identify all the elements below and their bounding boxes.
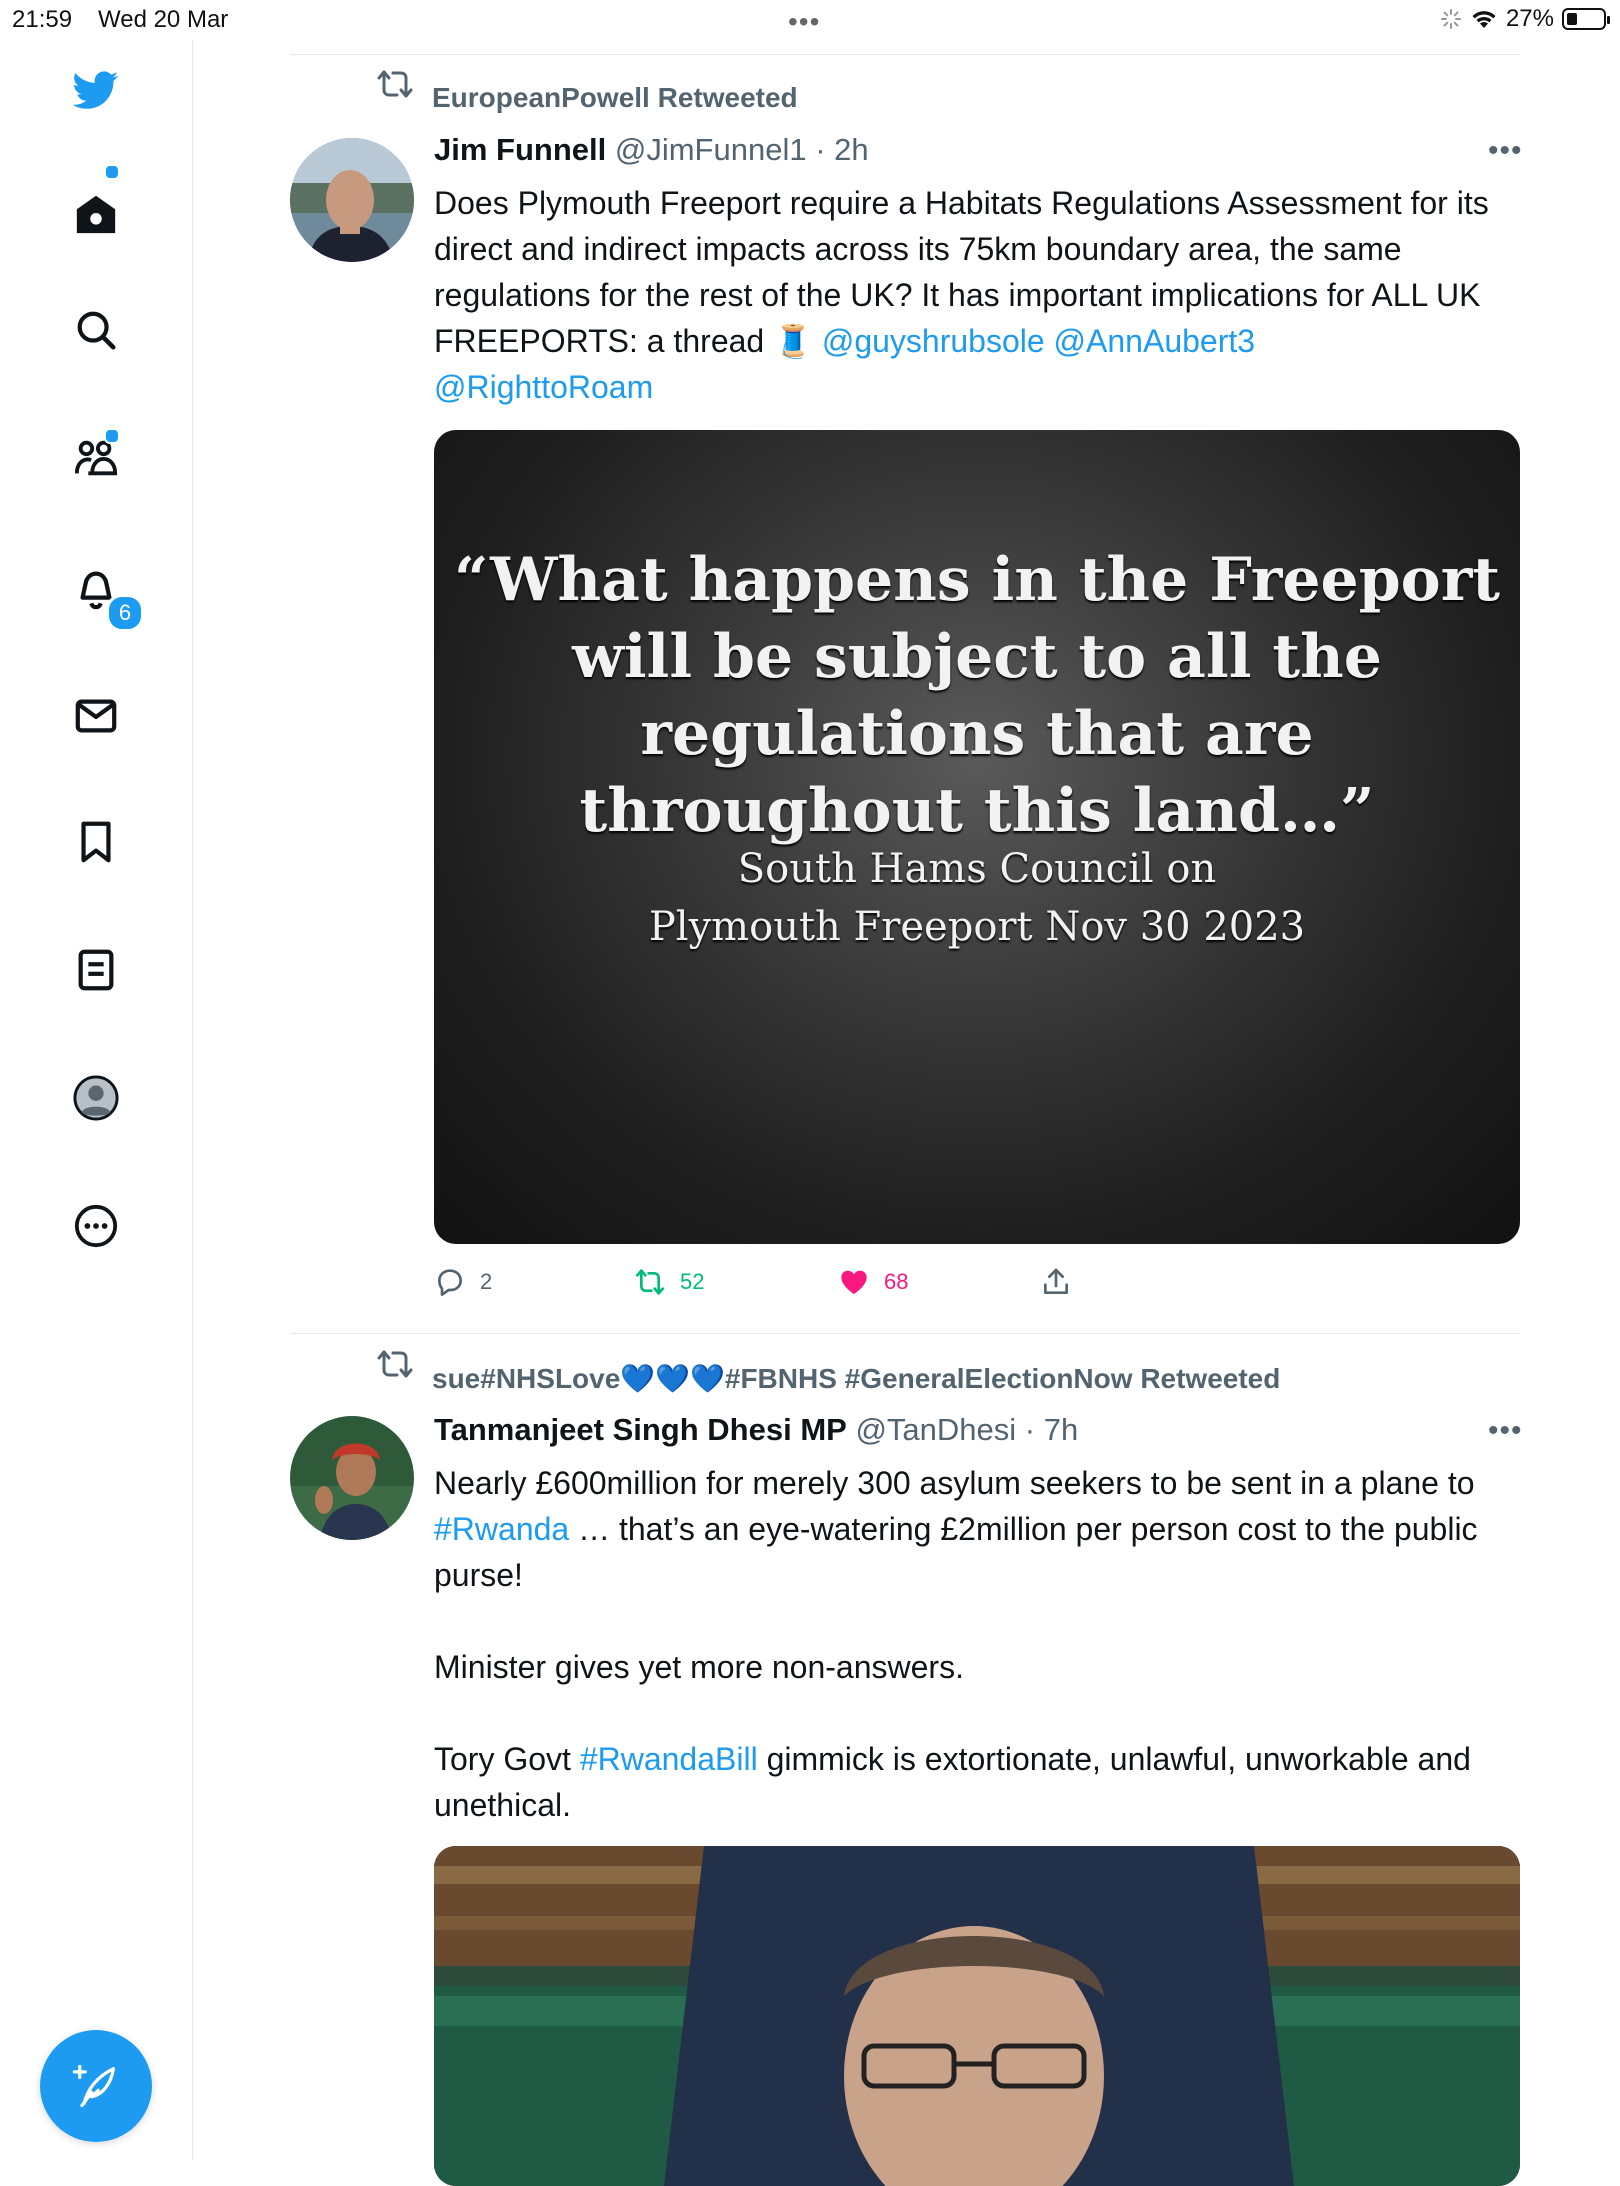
- image-source-line2: Plymouth Freeport Nov 30 2023: [648, 904, 1306, 950]
- tweet-time[interactable]: 7h: [1044, 1412, 1078, 1447]
- home-unread-dot: [104, 164, 120, 180]
- sidebar-item-home[interactable]: [66, 184, 126, 244]
- retweeted-by-text: sue#NHSLove💙💙💙#FBNHS #GeneralElectionNow…: [432, 1363, 1281, 1394]
- retweet-count: 52: [680, 1269, 705, 1294]
- heart-filled-icon: [841, 1270, 867, 1294]
- author-avatar[interactable]: [290, 1416, 414, 1540]
- status-time: 21:59: [12, 6, 73, 33]
- reply-icon: [438, 1269, 462, 1296]
- tweet-mention[interactable]: @RighttoRoam: [434, 369, 653, 405]
- tweet-divider: [290, 1333, 1520, 1334]
- wifi-icon: [1472, 11, 1496, 28]
- tweet-header: Jim Funnell @JimFunnel1 · 2h: [434, 132, 869, 167]
- tweet-paragraph: Nearly £600million for merely 300 asylum…: [434, 1460, 1524, 1598]
- tweet-paragraph: Tory Govt #RwandaBill gimmick is extorti…: [434, 1736, 1524, 1828]
- notifications-badge: 6: [106, 594, 144, 632]
- retweet-button[interactable]: 52: [634, 1266, 704, 1298]
- status-right: 27%: [1440, 5, 1610, 33]
- status-bar: 21:59 Wed 20 Mar ••• 27%: [0, 0, 1620, 40]
- compose-tweet-button[interactable]: [40, 2030, 152, 2142]
- author-avatar[interactable]: [290, 138, 414, 262]
- author-name[interactable]: Jim Funnell: [434, 132, 606, 167]
- hashtag-link[interactable]: #Rwanda: [434, 1511, 569, 1547]
- communities-unread-dot: [104, 428, 120, 444]
- tweet-more-icon[interactable]: •••: [1488, 1414, 1523, 1448]
- hashtag-link[interactable]: #RwandaBill: [580, 1741, 758, 1777]
- more-circle-icon: [74, 1204, 118, 1248]
- tweet-text: Nearly £600million for merely 300 asylum…: [434, 1460, 1524, 1828]
- tweet-paragraph: Minister gives yet more non-answers.: [434, 1649, 964, 1685]
- tweet-text-segment: … that’s an eye-watering £2million per p…: [434, 1511, 1478, 1593]
- author-handle[interactable]: @TanDhesi: [855, 1412, 1016, 1447]
- tweet-video-thumbnail[interactable]: [434, 1846, 1520, 2186]
- image-source-text: South Hams Council on Plymouth Freeport …: [434, 840, 1520, 956]
- tweet-image[interactable]: “What happens in the Freeport will be su…: [434, 430, 1520, 1244]
- share-button[interactable]: [1040, 1266, 1072, 1298]
- retweeted-by-text: EuropeanPowell Retweeted: [432, 82, 798, 113]
- envelope-icon: [75, 699, 117, 733]
- image-quote-text: “What happens in the Freeport will be su…: [453, 545, 1501, 846]
- sidebar-nav: 6: [0, 40, 193, 2160]
- multitasking-dots-icon[interactable]: •••: [788, 6, 820, 38]
- lists-icon: [78, 949, 114, 991]
- bookmark-icon: [81, 821, 111, 863]
- home-icon: [76, 195, 116, 234]
- tweet-header: Tanmanjeet Singh Dhesi MP @TanDhesi · 7h: [434, 1412, 1079, 1447]
- retweet-context-icon: [377, 1350, 413, 1378]
- tweet-mentions[interactable]: @guyshrubsole @AnnAubert3: [822, 323, 1255, 359]
- sidebar-item-explore[interactable]: [66, 300, 126, 360]
- tweet-time[interactable]: 2h: [834, 132, 868, 167]
- sidebar-item-messages[interactable]: [66, 686, 126, 746]
- loading-spinner-icon: [1440, 9, 1461, 29]
- search-icon: [77, 311, 116, 350]
- like-button[interactable]: 68: [838, 1266, 908, 1298]
- share-icon: [1044, 1268, 1068, 1294]
- timeline-top-divider: [290, 54, 1520, 55]
- author-handle[interactable]: @JimFunnel1: [615, 132, 807, 167]
- sidebar-item-more[interactable]: [66, 1196, 126, 1256]
- like-count: 68: [884, 1269, 909, 1294]
- tweet-more-icon[interactable]: •••: [1488, 134, 1523, 168]
- tweet-text: Does Plymouth Freeport require a Habitat…: [434, 180, 1524, 410]
- battery-percent: 27%: [1505, 5, 1554, 32]
- retweet-context-icon: [377, 70, 413, 98]
- status-date: Wed 20 Mar: [98, 6, 229, 33]
- image-source-line1: South Hams Council on: [737, 846, 1217, 892]
- reply-button[interactable]: 2: [434, 1266, 492, 1298]
- tweet-text-segment: Tory Govt: [434, 1741, 580, 1777]
- retweet-icon: [636, 1269, 664, 1295]
- sidebar-item-profile[interactable]: [66, 1068, 126, 1128]
- compose-feather-icon: [72, 2064, 115, 2108]
- battery-icon: [1562, 8, 1610, 30]
- profile-avatar-icon: [73, 1075, 119, 1121]
- reply-count: 2: [480, 1269, 493, 1294]
- twitter-logo-icon[interactable]: [66, 60, 126, 120]
- sidebar-item-lists[interactable]: [66, 940, 126, 1000]
- author-name[interactable]: Tanmanjeet Singh Dhesi MP: [434, 1412, 847, 1447]
- sidebar-item-bookmarks[interactable]: [66, 812, 126, 872]
- tweet-text-segment: Nearly £600million for merely 300 asylum…: [434, 1465, 1475, 1501]
